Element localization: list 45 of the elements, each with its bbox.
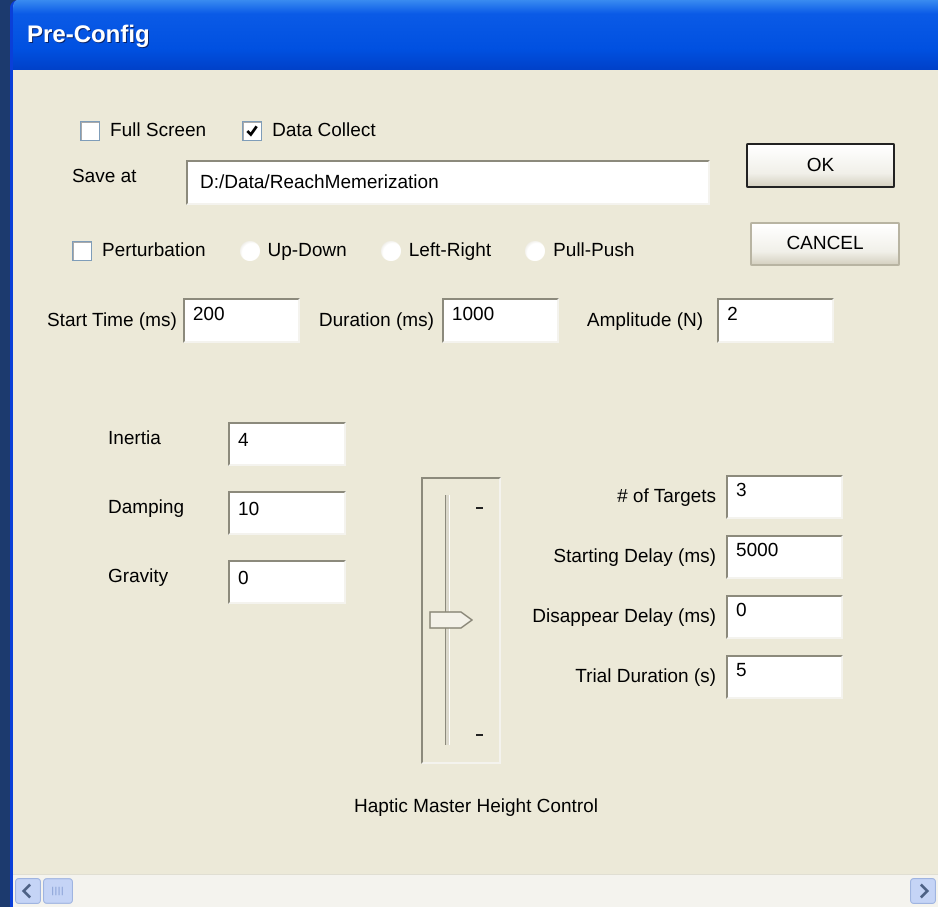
field-label: Trial Duration (s) (574, 666, 717, 688)
field-label: Amplitude (N) (586, 310, 704, 332)
checkmark-icon (245, 124, 260, 138)
radio-option[interactable]: Left-Right (380, 240, 492, 262)
field-label: # of Targets (616, 486, 717, 508)
number-field[interactable]: 10 (228, 491, 346, 535)
number-field[interactable]: 0 (228, 560, 346, 604)
field-label: Inertia (108, 427, 162, 450)
scroll-right-icon[interactable] (910, 878, 936, 904)
dialog-button[interactable]: OK (746, 143, 895, 188)
window-title: Pre-Config (27, 21, 150, 49)
horizontal-scrollbar[interactable] (13, 874, 938, 907)
scroll-thumb-icon[interactable] (43, 878, 73, 904)
scroll-left-icon[interactable] (15, 878, 41, 904)
radio-button[interactable] (380, 241, 401, 261)
number-field[interactable]: 4 (228, 422, 346, 466)
number-field[interactable]: 200 (182, 298, 300, 343)
field-label: Damping (108, 496, 186, 519)
field-label: Duration (ms) (318, 310, 434, 332)
checkbox-option[interactable]: Data Collect (242, 120, 376, 142)
radio-button[interactable] (525, 241, 546, 261)
field-label: Starting Delay (ms) (552, 546, 717, 568)
number-field[interactable]: 1000 (442, 298, 559, 343)
field-label: Start Time (ms) (47, 310, 177, 332)
radio-option[interactable]: Pull-Push (525, 240, 634, 262)
field-label: Save at (72, 165, 138, 188)
height-slider[interactable] (421, 477, 501, 764)
number-field[interactable]: 0 (726, 595, 843, 639)
checkbox-option[interactable]: Full Screen (80, 120, 206, 142)
number-field[interactable]: 2 (717, 298, 834, 343)
slider-caption: Haptic Master Height Control (354, 796, 599, 818)
checkbox[interactable] (242, 121, 262, 141)
field-label: Gravity (108, 565, 170, 588)
number-field[interactable]: 3 (726, 475, 843, 519)
radio-option[interactable]: Up-Down (240, 240, 347, 262)
radio-button[interactable] (240, 241, 260, 261)
slider-thumb[interactable] (429, 611, 473, 629)
field-label: Disappear Delay (ms) (531, 606, 717, 628)
number-field[interactable]: 5000 (726, 535, 843, 579)
checkbox[interactable] (72, 241, 92, 261)
checkbox-option[interactable]: Perturbation (72, 240, 206, 262)
checkbox[interactable] (80, 121, 100, 141)
dialog-button[interactable]: CANCEL (750, 222, 900, 266)
path-field[interactable]: D:/Data/ReachMemerization (186, 160, 710, 205)
number-field[interactable]: 5 (726, 655, 843, 699)
